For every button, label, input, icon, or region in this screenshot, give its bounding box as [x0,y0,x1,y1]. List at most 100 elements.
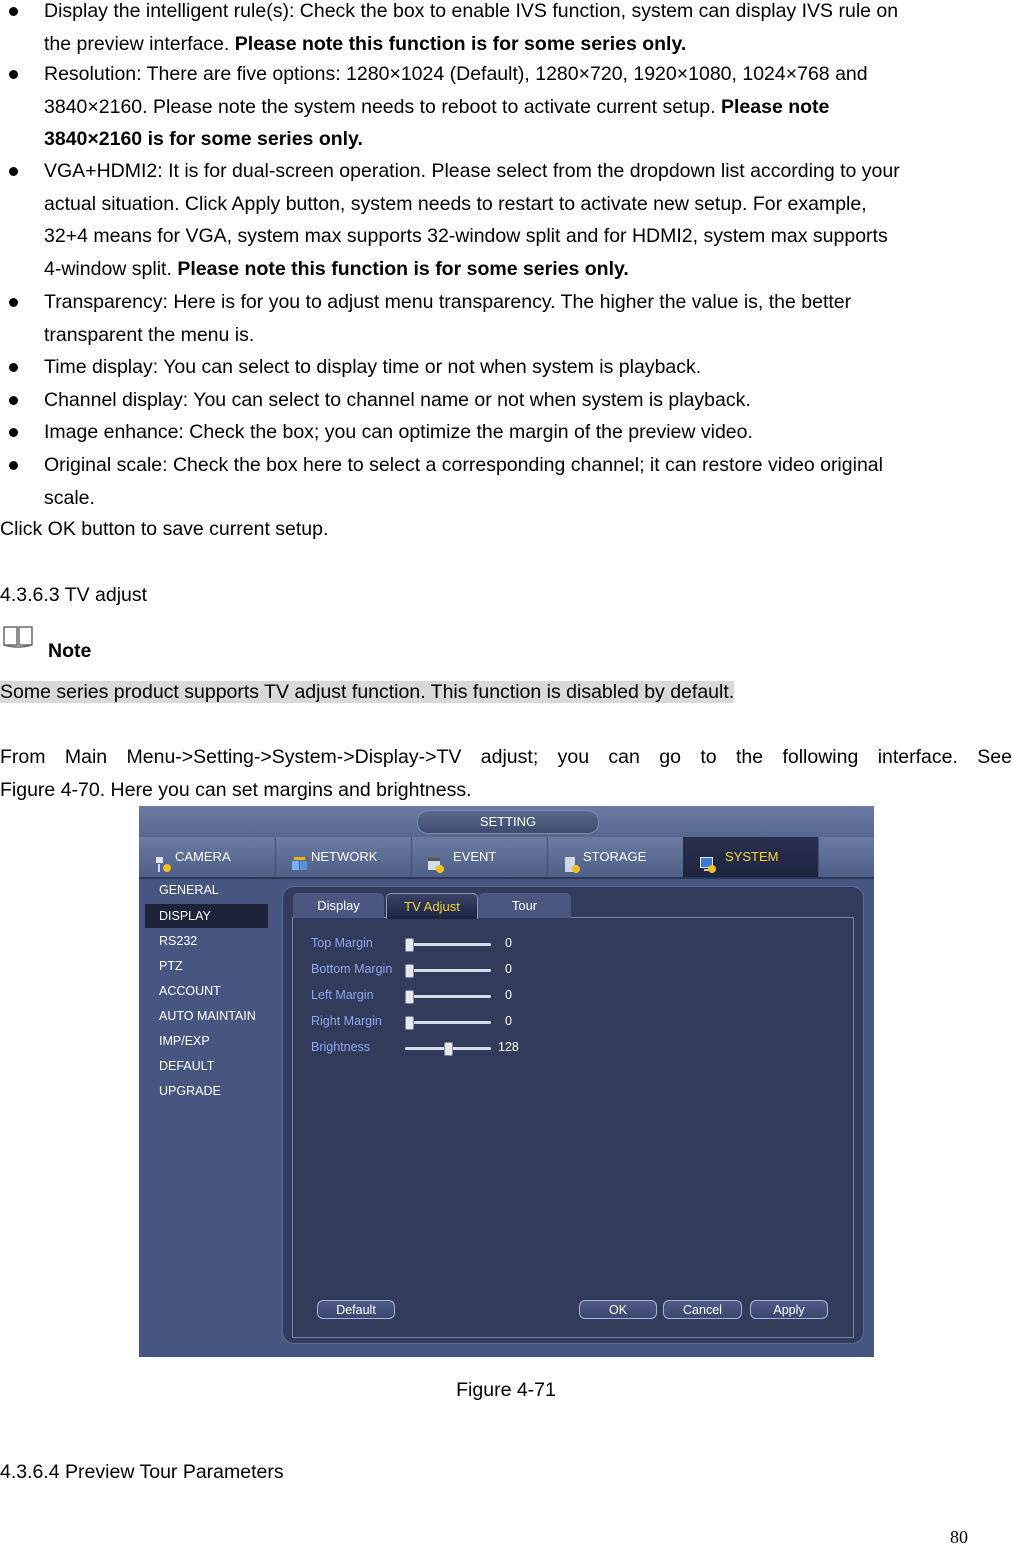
bullet-dot-icon [9,428,18,437]
sidebar-item-rs232[interactable]: RS232 [145,929,268,953]
sidebar-item-upgrade[interactable]: UPGRADE [145,1079,268,1103]
nav-tab-system[interactable]: SYSTEM [683,837,819,877]
slider-value: 128 [498,1040,519,1054]
note-label: Note [48,640,92,662]
nav-tab-label: STORAGE [583,849,647,864]
tv-adjust-screenshot: SETTING CAMERA NETWORK EVENT STORAGE SYS… [139,806,874,1357]
bullet-line: 3840×2160. Please note the system needs … [44,96,829,118]
nav-tab-camera[interactable]: CAMERA [139,837,276,877]
window-title: SETTING [417,810,599,834]
sidebar-item-imp-exp[interactable]: IMP/EXP [145,1029,268,1053]
subtab-tour[interactable]: Tour [478,893,571,918]
bullet-line: Resolution: There are five options: 1280… [44,63,868,85]
subtab-tv-adjust[interactable]: TV Adjust [386,893,478,919]
bullet-bold-note: 3840×2160 is for some series only. [44,128,363,151]
intro-line-1: From Main Menu->Setting->System->Display… [0,746,1012,768]
bullet-dot-icon [9,396,18,405]
storage-icon [563,849,580,874]
slider-track[interactable] [405,995,491,998]
bullet-text: VGA+HDMI2: It is for dual-screen operati… [44,160,900,182]
bullet-text: Transparency: Here is for you to adjust … [44,291,852,313]
bullet-line: Channel display: You can select to chann… [44,389,751,411]
bullet-line: transparent the menu is. [44,324,254,346]
slider-handle[interactable] [405,990,414,1004]
bullet-text: 32+4 means for VGA, system max supports … [44,225,888,248]
bullet-text: Original scale: Check the box here to se… [44,454,883,476]
sidebar-item-account[interactable]: ACCOUNT [145,979,268,1003]
bullet-dot-icon [9,70,18,79]
bullet-line: 32+4 means for VGA, system max supports … [44,225,888,247]
bullet-bold-note: Please note this function is for some se… [234,32,687,55]
slider-label: Top Margin [311,936,373,950]
bullet-line: 3840×2160 is for some series only. [44,128,363,150]
note-text: Some series product supports TV adjust f… [0,681,735,703]
slider-value: 0 [505,936,512,950]
nav-tab-label: EVENT [453,849,497,864]
bullet-text: actual situation. Click Apply button, sy… [44,192,867,215]
tv-adjust-content [292,917,854,1338]
book-note-icon [2,623,34,649]
bullet-text: 3840×2160. Please note the system needs … [44,95,721,118]
event-icon [427,849,444,874]
nav-tab-label: CAMERA [175,849,231,864]
bullet-bold-note: Please note this function is for some se… [177,257,629,280]
slider-handle[interactable] [405,1016,414,1030]
nav-tab-storage[interactable]: STORAGE [547,837,684,877]
bullet-text: 4-window split. [44,257,178,280]
title-bar: SETTING [139,806,874,837]
bullet-line: VGA+HDMI2: It is for dual-screen operati… [44,160,900,182]
bullet-dot-icon [9,298,18,307]
section-heading-tv-adjust: 4.3.6.3 TV adjust [0,584,148,606]
bullet-line: Transparency: Here is for you to adjust … [44,291,851,313]
main-nav: CAMERA NETWORK EVENT STORAGE SYSTEM [139,837,874,879]
bullet-line: Image enhance: Check the box; you can op… [44,421,753,443]
bullet-dot-icon [9,7,18,16]
camera-settings-icon [155,849,172,873]
network-icon [291,849,308,871]
bullet-text: Channel display: You can select to chann… [44,389,751,411]
slider-label: Brightness [311,1040,371,1054]
slider-track[interactable] [405,969,491,972]
page-number: 80 [950,1527,968,1547]
bullet-text: Display the intelligent rule(s): Check t… [44,0,899,22]
bullet-line: Original scale: Check the box here to se… [44,454,883,476]
section-heading-preview-tour: 4.3.6.4 Preview Tour Parameters [0,1461,284,1483]
figure-caption: Figure 4-71 [456,1379,556,1401]
bullet-text: Resolution: There are five options: 1280… [44,63,868,85]
bullet-line: scale. [44,487,95,509]
sidebar-item-default[interactable]: DEFAULT [145,1054,268,1078]
save-instruction: Click OK button to save current setup. [0,518,329,540]
slider-value: 0 [505,962,512,976]
bullet-line: the preview interface. Please note this … [44,33,686,55]
bullet-text: Time display: You can select to display … [44,356,702,378]
cancel-button[interactable]: Cancel [663,1300,742,1319]
sidebar-item-display[interactable]: DISPLAY [145,904,268,928]
slider-track[interactable] [405,1021,491,1024]
slider-value: 0 [505,1014,512,1028]
slider-handle[interactable] [405,938,414,952]
bullet-line: 4-window split. Please note this functio… [44,258,629,280]
default-button[interactable]: Default [317,1300,395,1319]
slider-handle[interactable] [405,964,414,978]
bullet-line: Display the intelligent rule(s): Check t… [44,0,898,22]
subtab-display[interactable]: Display [293,893,384,918]
bullet-bold-note: Please note [720,95,830,118]
sidebar-item-auto-maintain[interactable]: AUTO MAINTAIN [145,1004,268,1028]
bullet-text: Image enhance: Check the box; you can op… [44,421,753,443]
bullet-line: Time display: You can select to display … [44,356,701,378]
nav-tab-label: NETWORK [311,849,378,864]
nav-tab-network[interactable]: NETWORK [275,837,412,877]
slider-label: Right Margin [311,1014,382,1028]
apply-button[interactable]: Apply [750,1300,828,1319]
ok-button[interactable]: OK [579,1300,657,1319]
slider-label: Left Margin [311,988,374,1002]
slider-handle[interactable] [443,1042,453,1056]
bullet-dot-icon [9,461,18,470]
slider-track[interactable] [405,943,491,946]
nav-tab-event[interactable]: EVENT [411,837,548,877]
system-monitor-icon [699,849,716,874]
sidebar-item-general[interactable]: GENERAL [145,878,268,902]
bullet-text: scale. [44,486,95,509]
slider-label: Bottom Margin [311,962,393,976]
sidebar-item-ptz[interactable]: PTZ [145,954,268,978]
